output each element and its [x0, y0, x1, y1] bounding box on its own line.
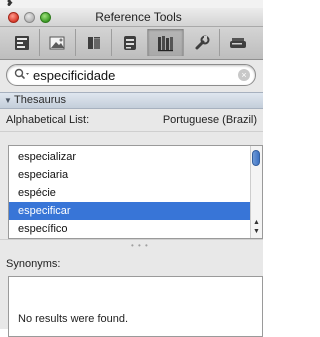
list-scrollbar[interactable]: ▲ ▼ — [250, 146, 262, 238]
language-selector[interactable]: Portuguese (Brazil) — [163, 114, 257, 126]
toolbar — [0, 27, 263, 60]
toolbar-button-images[interactable] — [40, 29, 76, 56]
toolbar-button-database[interactable] — [112, 29, 148, 56]
scrollbar-thumb[interactable] — [252, 150, 260, 166]
list-item-selected[interactable]: especificar — [9, 202, 252, 220]
title-bar: Reference Tools — [0, 8, 263, 27]
toolbar-button-tools[interactable] — [184, 29, 220, 56]
search-area: × — [0, 60, 263, 90]
reference-tools-window: Reference Tools especificidade × ▼ Thesa… — [0, 8, 263, 337]
top-strip: ❥ — [0, 0, 263, 8]
alphabetical-list[interactable]: especializar especiaria espécie especifi… — [8, 145, 263, 239]
clear-search-icon[interactable]: × — [238, 69, 250, 81]
toolbar-button-contents[interactable] — [76, 29, 112, 56]
list-item[interactable]: especializar — [9, 148, 252, 166]
alphabetical-list-label: Alphabetical List: — [6, 114, 90, 126]
divider-grip-icon: • • • — [131, 241, 149, 250]
split-view-divider[interactable]: • • • — [0, 239, 263, 252]
synonyms-list — [8, 276, 263, 337]
drive-icon — [230, 37, 246, 48]
images-icon — [49, 36, 64, 49]
scroll-up-arrow-icon[interactable]: ▲ — [252, 219, 261, 227]
toolbar-button-drive[interactable] — [220, 29, 256, 56]
window-title: Reference Tools — [95, 10, 182, 24]
thesaurus-section-header[interactable]: ▼ Thesaurus — [0, 92, 263, 109]
no-results-message: No results were found. — [18, 313, 129, 325]
toolbar-button-reference-books[interactable] — [148, 29, 184, 56]
database-icon — [123, 35, 136, 50]
reference-books-icon — [157, 35, 173, 51]
search-field[interactable]: × — [6, 64, 256, 86]
inspector-icon — [14, 35, 29, 50]
contents-icon — [87, 36, 100, 49]
list-item[interactable]: especiaria — [9, 166, 252, 184]
list-item[interactable]: específico — [9, 220, 252, 238]
search-input[interactable] — [33, 66, 233, 84]
list-header-row: Alphabetical List: Portuguese (Brazil) — [0, 109, 263, 132]
search-icon[interactable] — [14, 68, 30, 84]
synonyms-label: Synonyms: — [6, 258, 61, 270]
disclosure-triangle-icon[interactable]: ▼ — [4, 96, 12, 105]
toolbar-button-inspector[interactable] — [4, 29, 40, 56]
scroll-down-arrow-icon[interactable]: ▼ — [252, 228, 261, 236]
thesaurus-label: Thesaurus — [14, 94, 66, 106]
list-item[interactable]: espécie — [9, 184, 252, 202]
wrench-icon — [195, 35, 209, 49]
